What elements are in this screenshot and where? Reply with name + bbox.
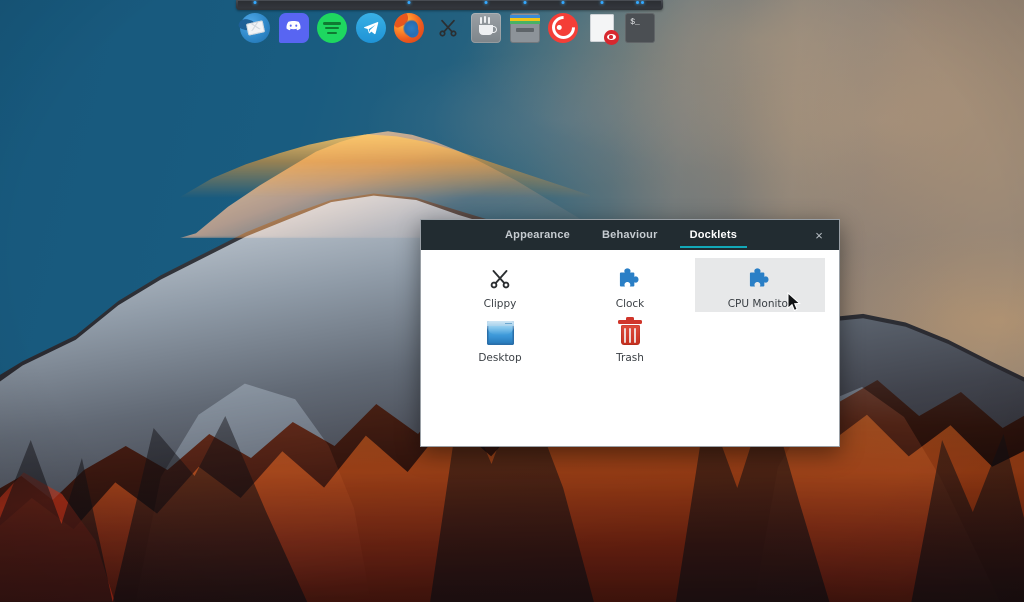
tab-docklets-label: Docklets [690, 229, 737, 241]
tab-appearance-label: Appearance [505, 229, 570, 241]
terminal-icon: $_ [625, 13, 655, 43]
docklet-label: Clippy [484, 298, 517, 310]
running-indicator-document-recorder [600, 1, 603, 4]
pocket-casts-icon [548, 13, 578, 43]
dock-item-terminal[interactable]: $_ [621, 8, 660, 47]
docklet-item-cpu-monitor[interactable]: CPU Monitor [695, 258, 825, 312]
dock-item-pocket-casts[interactable] [544, 8, 583, 47]
docklet-label: Trash [616, 352, 644, 364]
running-indicator-pocket-casts [562, 1, 565, 4]
docklet-slot-empty [695, 312, 825, 366]
discord-icon [279, 13, 309, 43]
dialog-tab-bar: Appearance Behaviour Docklets [489, 220, 753, 250]
puzzle-icon [745, 264, 775, 294]
dock-item-firefox[interactable] [390, 8, 429, 47]
dock-background-inner [238, 1, 661, 8]
dock-item-thunderbird[interactable] [236, 8, 275, 47]
close-glyph: × [815, 228, 823, 243]
java-icon [471, 13, 501, 43]
dock-item-spotify[interactable] [313, 8, 352, 47]
running-indicator-thunderbird [254, 1, 257, 4]
dock-item-java[interactable] [467, 8, 506, 47]
preferences-dialog: Appearance Behaviour Docklets × [420, 219, 840, 447]
dock-item-discord[interactable] [275, 8, 314, 47]
docklet-item-desktop[interactable]: Desktop [435, 312, 565, 366]
dialog-header: Appearance Behaviour Docklets × [421, 220, 839, 250]
telegram-icon [356, 13, 386, 43]
tab-behaviour[interactable]: Behaviour [586, 220, 674, 250]
files-icon [510, 13, 540, 43]
running-indicator-files [523, 1, 526, 4]
firefox-icon [394, 13, 424, 43]
dock-item-clippy[interactable] [429, 8, 468, 47]
docklet-item-clock[interactable]: Clock [565, 258, 695, 312]
dock-item-telegram[interactable] [352, 8, 391, 47]
running-indicator-java [485, 1, 488, 4]
dialog-body: Clippy Clock CPU [421, 250, 839, 446]
running-indicator-firefox [408, 1, 411, 4]
running-indicator-terminal [636, 1, 644, 4]
puzzle-icon [615, 264, 645, 294]
docklet-label: Clock [616, 298, 645, 310]
dock-item-files[interactable] [506, 8, 545, 47]
tab-behaviour-label: Behaviour [602, 229, 658, 241]
dock-icon-list: $_ [236, 8, 663, 47]
scissors-icon [433, 13, 463, 43]
desktop-icon [485, 318, 515, 348]
plank-dock[interactable]: $_ [236, 0, 663, 47]
close-icon[interactable]: × [799, 220, 839, 250]
dock-item-document-recorder[interactable] [583, 8, 622, 47]
docklet-item-clippy[interactable]: Clippy [435, 258, 565, 312]
docklet-label: CPU Monitor [728, 298, 793, 310]
docklet-item-trash[interactable]: Trash [565, 312, 695, 366]
document-record-icon [590, 14, 614, 42]
desktop-screen: $_ Appearance Behaviour Docklets × [0, 0, 1024, 602]
tab-appearance[interactable]: Appearance [489, 220, 586, 250]
spotify-icon [317, 13, 347, 43]
docklet-label: Desktop [478, 352, 521, 364]
scissors-icon [485, 264, 515, 294]
trash-icon [615, 318, 645, 348]
tab-docklets[interactable]: Docklets [674, 220, 753, 250]
docklet-grid: Clippy Clock CPU [435, 258, 825, 366]
thunderbird-icon [240, 13, 270, 43]
